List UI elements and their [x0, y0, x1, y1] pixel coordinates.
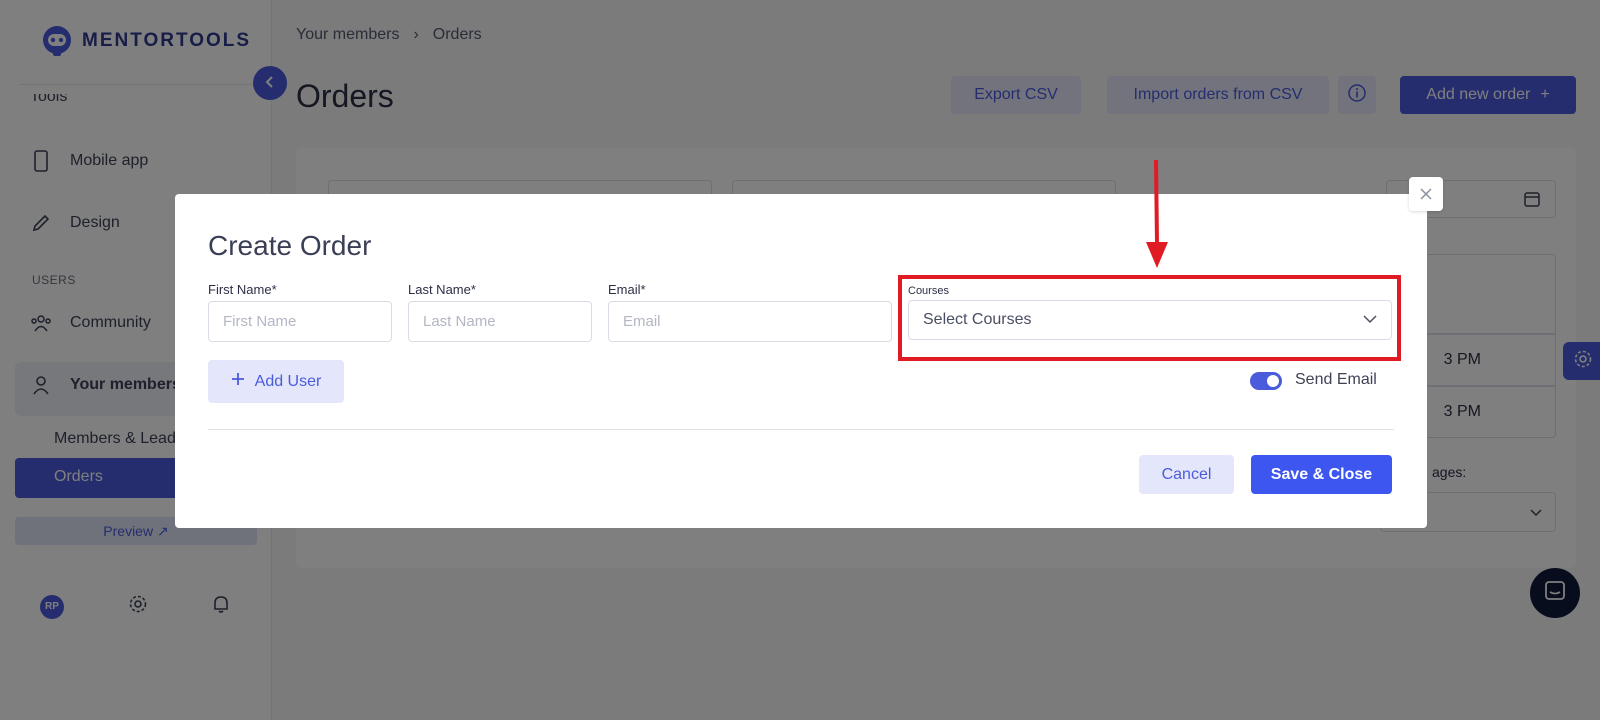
- required-marker: *: [470, 282, 476, 297]
- email-label: Email*: [608, 282, 646, 297]
- first-name-label: First Name*: [208, 282, 277, 297]
- required-marker: *: [640, 282, 646, 297]
- last-name-label-text: Last Name: [408, 282, 471, 297]
- send-email-toggle[interactable]: [1250, 372, 1282, 390]
- modal-close-button[interactable]: [1409, 177, 1443, 211]
- modal-title: Create Order: [208, 230, 372, 261]
- create-order-modal: Create Order First Name* Last Name* Emai…: [175, 194, 1427, 528]
- last-name-label: Last Name*: [408, 282, 476, 297]
- add-user-button[interactable]: Add User: [208, 360, 344, 403]
- save-and-close-button[interactable]: Save & Close: [1251, 455, 1392, 494]
- cancel-button[interactable]: Cancel: [1139, 455, 1234, 494]
- modal-divider: [208, 429, 1394, 430]
- close-icon: [1420, 184, 1432, 205]
- annotation-arrow-icon: [1145, 156, 1169, 277]
- last-name-field[interactable]: [408, 301, 592, 342]
- first-name-label-text: First Name: [208, 282, 272, 297]
- toggle-knob: [1267, 375, 1279, 387]
- send-email-label: Send Email: [1295, 371, 1377, 388]
- add-user-label: Add User: [254, 372, 322, 390]
- plus-icon: [231, 372, 245, 391]
- required-marker: *: [271, 282, 277, 297]
- first-name-field[interactable]: [208, 301, 392, 342]
- annotation-highlight-box: [898, 275, 1401, 361]
- email-field[interactable]: [608, 301, 892, 342]
- email-label-text: Email: [608, 282, 641, 297]
